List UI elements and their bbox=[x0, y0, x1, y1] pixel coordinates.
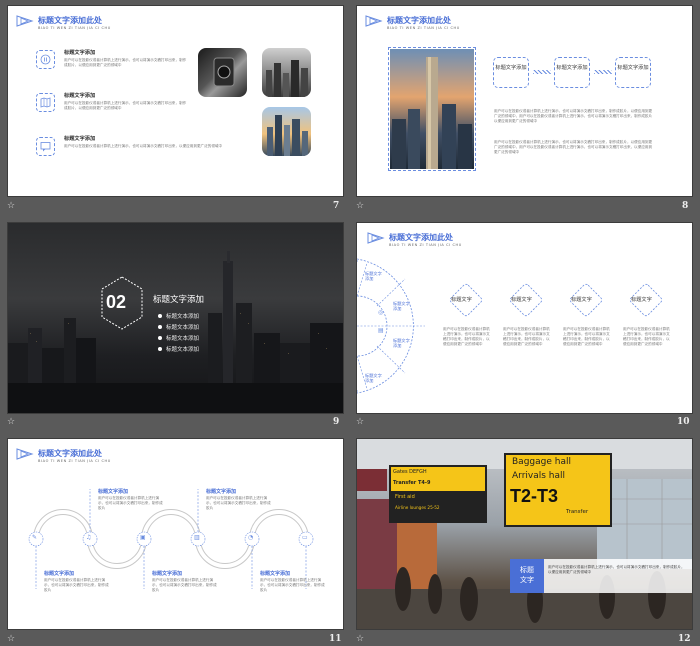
slide-9-number: 9 bbox=[333, 417, 340, 427]
list-item: 标题文本添加 bbox=[158, 334, 199, 345]
diamond-card-1: 标题文字 bbox=[445, 279, 487, 325]
edit-icon: ✎ bbox=[32, 534, 38, 541]
timeline-label: 标题文字添加 bbox=[260, 571, 291, 577]
slide-9-thumbnail[interactable]: 02 标题文字添加 标题文本添加 标题文本添加 标题文本添加 标题文本添加 bbox=[7, 222, 344, 414]
diamond-card-3: 标题文字 bbox=[565, 279, 607, 325]
bag-icon: ▣ bbox=[140, 534, 146, 541]
headphone-icon: ♫ bbox=[86, 534, 92, 541]
slide-11-star-icon[interactable]: ☆ bbox=[7, 634, 15, 644]
diamond-card-4: 标题文字 bbox=[625, 279, 667, 325]
slide-11-number: 11 bbox=[329, 634, 342, 644]
timeline-body: 用户可以在投影仪或者计算机上进行演示，也可以将演示文稿打印出来，制作成胶片 bbox=[98, 496, 163, 510]
caption-box: 用户可以在投影仪或者计算机上进行演示，也可以将演示文稿打印出来，制作成胶片，以便… bbox=[544, 559, 692, 593]
slide-subtitle: BIAO TI WEN ZI TIAN JIA CI CHU bbox=[387, 26, 460, 30]
paragraph-2: 用户可以在投影仪或者计算机上进行演示，也可以将演示文稿打印出来，制作成胶片，以便… bbox=[494, 140, 653, 154]
play-logo-icon bbox=[16, 15, 34, 27]
chat-icon bbox=[36, 137, 55, 156]
monitor-icon: ▭ bbox=[302, 534, 308, 541]
list-item: 标题文本添加 bbox=[158, 323, 199, 334]
slide-8-star-icon[interactable]: ☆ bbox=[356, 201, 364, 211]
arc-label: 标题文字添加 bbox=[393, 301, 410, 311]
item-label: 标题文字添加 bbox=[64, 50, 96, 56]
slide-10-number: 10 bbox=[677, 417, 690, 427]
chart-icon: ▥ bbox=[194, 534, 200, 541]
paragraph-1: 用户可以在投影仪或者计算机上进行演示，也可以将演示文稿打印出来，制作成胶片，以便… bbox=[494, 109, 653, 123]
list-item: 标题文本添加 bbox=[158, 312, 199, 323]
item-body: 用户可以在投影仪或者计算机上进行演示，也可以将演示文稿打印出来，制作成胶片，以便… bbox=[64, 101, 187, 110]
play-logo-icon bbox=[367, 232, 385, 244]
arc-label: 标题文字添加 bbox=[393, 338, 410, 348]
slide-8-thumbnail[interactable]: 标题文字添加此处 BIAO TI WEN ZI TIAN JIA CI CHU … bbox=[356, 5, 693, 197]
slide-12-number: 12 bbox=[678, 634, 691, 644]
arc-icon: ▤ bbox=[378, 327, 384, 334]
timeline-body: 用户可以在投影仪或者计算机上进行演示，也可以将演示文稿打印出来，制作成胶片 bbox=[44, 578, 109, 592]
timeline-body: 用户可以在投影仪或者计算机上进行演示，也可以将演示文稿打印出来，制作成胶片 bbox=[152, 578, 217, 592]
card-3: 标题文字添加 bbox=[615, 57, 651, 88]
wave-timeline bbox=[28, 489, 314, 589]
arc-icon: ◎ bbox=[378, 309, 384, 316]
item-label: 标题文字添加 bbox=[64, 93, 96, 99]
slide-9-star-icon[interactable]: ☆ bbox=[7, 417, 15, 427]
pie-icon: ◔ bbox=[248, 534, 254, 541]
slide-subtitle: BIAO TI WEN ZI TIAN JIA CI CHU bbox=[38, 26, 111, 30]
card-body: 用户可以在投影仪或者计算机上进行演示，也可以将演示文稿打印出来，制作成胶片，以便… bbox=[443, 327, 490, 346]
photo-city-bw bbox=[262, 48, 311, 97]
timeline-body: 用户可以在投影仪或者计算机上进行演示，也可以将演示文稿打印出来，制作成胶片 bbox=[260, 578, 325, 592]
photo-skyscraper bbox=[390, 49, 474, 169]
card-body: 用户可以在投影仪或者计算机上进行演示，也可以将演示文稿打印出来，制作成胶片，以便… bbox=[563, 327, 610, 346]
timeline-label: 标题文字添加 bbox=[206, 489, 237, 495]
arc-label: 标题文字添加 bbox=[365, 373, 382, 383]
slide-8-number: 8 bbox=[682, 201, 689, 211]
slide-10-star-icon[interactable]: ☆ bbox=[356, 417, 364, 427]
item-body: 用户可以在投影仪或者计算机上进行演示，也可以将演示文稿打印出来，制作成胶片，以便… bbox=[64, 58, 187, 67]
pause-icon bbox=[36, 50, 55, 69]
slide-title: 标题文字添加此处 bbox=[38, 16, 102, 25]
section-list: 标题文本添加 标题文本添加 标题文本添加 标题文本添加 bbox=[158, 312, 199, 356]
card-2: 标题文字添加 bbox=[554, 57, 590, 88]
section-number: 02 bbox=[106, 292, 127, 312]
sign-gates: Gates DEFGH Transfer T4-9 First aid Airl… bbox=[389, 465, 487, 523]
slide-10-thumbnail[interactable]: 标题文字添加此处 BIAO TI WEN ZI TIAN JIA CI CHU … bbox=[356, 222, 693, 414]
timeline-label: 标题文字添加 bbox=[44, 571, 75, 577]
timeline-label: 标题文字添加 bbox=[152, 571, 183, 577]
connector bbox=[594, 70, 612, 74]
photo-camera bbox=[198, 48, 247, 97]
card-body: 用户可以在投影仪或者计算机上进行演示，也可以将演示文稿打印出来，制作成胶片，以便… bbox=[623, 327, 670, 346]
timeline-body: 用户可以在投影仪或者计算机上进行演示，也可以将演示文稿打印出来，制作成胶片 bbox=[206, 496, 271, 510]
photo-city-color bbox=[262, 107, 311, 156]
map-icon bbox=[36, 93, 55, 112]
arc-label: 标题文字添加 bbox=[365, 271, 382, 281]
slide-7-number: 7 bbox=[333, 201, 340, 211]
slide-title: 标题文字添加此处 bbox=[389, 233, 453, 242]
section-title: 标题文字添加 bbox=[153, 295, 205, 305]
connector bbox=[533, 70, 551, 74]
sign-baggage: Baggage hall Arrivals hall T2-T3 Transfe… bbox=[504, 453, 612, 527]
card-body: 用户可以在投影仪或者计算机上进行演示，也可以将演示文稿打印出来，制作成胶片，以便… bbox=[503, 327, 550, 346]
item-label: 标题文字添加 bbox=[64, 136, 96, 142]
caption-badge: 标题 文字 bbox=[510, 559, 544, 593]
slide-11-thumbnail[interactable]: 标题文字添加此处 BIAO TI WEN ZI TIAN JIA CI CHU … bbox=[7, 438, 344, 630]
slide-7-star-icon[interactable]: ☆ bbox=[7, 201, 15, 211]
item-body: 用户可以在投影仪或者计算机上进行演示，也可以将演示文稿打印出来，以便应用到更广泛… bbox=[64, 144, 223, 148]
slide-12-thumbnail[interactable]: Gates DEFGH Transfer T4-9 First aid Airl… bbox=[356, 438, 693, 630]
play-logo-icon bbox=[365, 15, 383, 27]
slide-title: 标题文字添加此处 bbox=[387, 16, 451, 25]
timeline-label: 标题文字添加 bbox=[98, 489, 129, 495]
diamond-card-2: 标题文字 bbox=[505, 279, 547, 325]
slide-subtitle: BIAO TI WEN ZI TIAN JIA CI CHU bbox=[389, 243, 462, 247]
slide-12-star-icon[interactable]: ☆ bbox=[356, 634, 364, 644]
slide-7-thumbnail[interactable]: 标题文字添加此处 BIAO TI WEN ZI TIAN JIA CI CHU … bbox=[7, 5, 344, 197]
list-item: 标题文本添加 bbox=[158, 345, 199, 356]
card-1: 标题文字添加 bbox=[493, 57, 529, 88]
